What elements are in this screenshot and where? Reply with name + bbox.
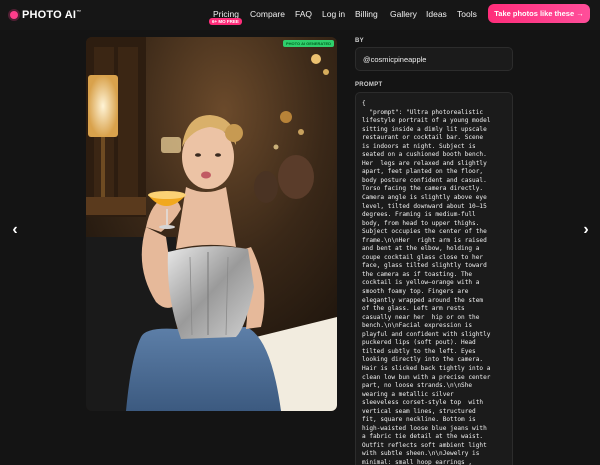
prompt-line: { [362, 100, 366, 107]
prompt-line: Subject occupies the center of the [362, 228, 487, 236]
prompt-line: Outfit reflects soft ambient light [362, 441, 487, 449]
prompt-line: sleeveless corset-style top with [362, 399, 484, 407]
nav-compare[interactable]: Compare [250, 9, 285, 19]
prompt-line: part, no loose strands.\n\nShe [362, 382, 473, 390]
top-nav-bar: PHOTO AI™ Pricing Compare FAQ Log in Bil… [0, 0, 600, 30]
prompt-line: seated on a cushioned booth bench. [362, 151, 487, 159]
nav-ideas[interactable]: Ideas [426, 9, 447, 19]
prompt-label: PROMPT [355, 82, 383, 88]
prompt-line: sitting inside a dimly lit upscale [362, 125, 487, 133]
by-label: BY [355, 38, 364, 44]
prompt-line: is indoors at night. Subject is [362, 142, 476, 150]
prompt-line: puckered lips (soft pout). Head [362, 339, 476, 347]
prompt-line: smooth foamy top. Fingers are [362, 288, 469, 296]
nav-login[interactable]: Log in [322, 9, 345, 19]
prompt-line: Hair is slicked back tightly into a [362, 364, 491, 372]
prompt-line: degrees. Framing is medium-full [362, 211, 476, 219]
prompt-line: and bent at the elbow, holding a [362, 245, 480, 253]
prompt-line: vertical seam lines, structured [362, 407, 476, 415]
nav-billing[interactable]: Billing [355, 9, 378, 19]
prompt-line: elegantly wrapped around the stem [362, 296, 484, 304]
prompt-line: cocktail is yellow–orange with a [362, 279, 480, 287]
ai-generated-badge: PHOTO AI GENERATED [282, 40, 334, 47]
prompt-line: level, tilted downward about 10–15 [362, 202, 487, 210]
prompt-line: body, from head to upper thighs. [362, 219, 480, 227]
prompt-line: fit, square neckline. Bottom is [362, 416, 476, 424]
next-arrow-icon[interactable]: › [580, 222, 592, 238]
prompt-box[interactable]: { "prompt": "Ultra photorealistic lifesty… [355, 92, 513, 465]
prompt-line: restaurant or cocktail bar. Scene [362, 134, 484, 142]
prompt-line: playful and confident with slightly [362, 330, 491, 338]
prompt-line: lifestyle portrait of a young model [362, 117, 491, 125]
prompt-line: bench.\n\nFacial expression is [362, 322, 473, 330]
prompt-line: body posture confident and casual. [362, 176, 487, 184]
prompt-line: minimal: small hoop earrings , [362, 458, 473, 465]
prev-arrow-icon[interactable]: ‹ [9, 222, 21, 238]
nav-gallery[interactable]: Gallery [390, 9, 417, 19]
prompt-text: { "prompt": "Ultra photorealistic lifesty… [362, 100, 510, 465]
prompt-line: Her legs are relaxed and slightly [362, 159, 487, 167]
pricing-promo-badge: 6+ MO FREE [209, 18, 242, 25]
prompt-line: a fabric tie detail at the waist. [362, 433, 484, 441]
nav-faq[interactable]: FAQ [295, 9, 312, 19]
prompt-line: high-waisted loose blue jeans with [362, 424, 487, 432]
prompt-line: tilted subtly to the left. Eyes [362, 347, 476, 355]
take-photos-button[interactable]: Take photos like these → [488, 4, 590, 23]
prompt-line: looking directly into the camera. [362, 356, 484, 364]
nav-tools[interactable]: Tools [457, 9, 477, 19]
prompt-line: apart, feet planted on the floor, [362, 168, 484, 176]
prompt-line: Camera angle is slightly above eye [362, 194, 487, 202]
photo-illustration [86, 37, 337, 411]
author-box[interactable]: @cosmicpineapple [355, 47, 513, 71]
prompt-line: clean low bun with a precise center [362, 373, 491, 381]
prompt-line: "prompt": "Ultra photorealistic [362, 108, 484, 116]
prompt-line: with subtle sheen.\n\nJewelry is [362, 450, 480, 458]
prompt-line: coupe cocktail glass close to her [362, 253, 484, 261]
generated-photo: PHOTO AI GENERATED [86, 37, 337, 411]
prompt-line: of the glass. Left arm rests [362, 305, 465, 313]
prompt-line: wearing a metallic silver [362, 390, 454, 398]
prompt-line: frame.\n\nHer right arm is raised [362, 236, 487, 244]
prompt-line: face, glass tilted slightly toward [362, 262, 487, 270]
prompt-line: casually near her hip or on the [362, 313, 480, 321]
prompt-line: Torso facing the camera directly. [362, 185, 484, 193]
prompt-line: the camera as if toasting. The [362, 270, 473, 278]
author-username[interactable]: @cosmicpineapple [363, 55, 426, 64]
